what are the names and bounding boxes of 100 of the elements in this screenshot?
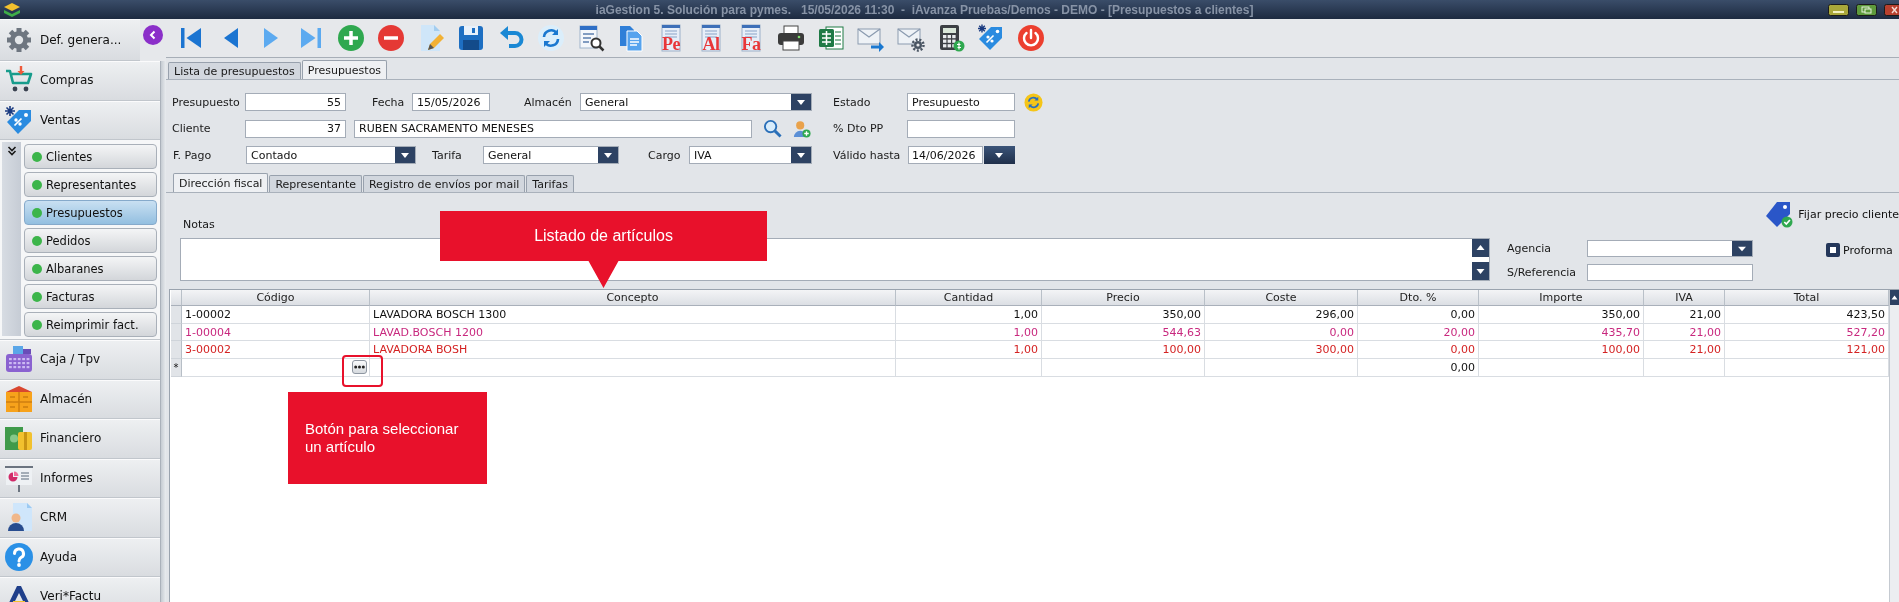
field-label: Agencia [1507, 242, 1553, 255]
tab[interactable]: Dirección fiscal [173, 173, 269, 192]
cash-register-icon [4, 344, 34, 375]
search-document-button[interactable] [576, 23, 606, 53]
dropdown-field[interactable] [1587, 240, 1753, 257]
column-header[interactable]: Coste [1205, 290, 1358, 306]
submenu-item[interactable]: Clientes [24, 144, 157, 169]
text-field[interactable] [1587, 264, 1753, 281]
report-button[interactable]: Al [696, 23, 726, 53]
refresh-icon[interactable] [1024, 92, 1043, 112]
tab[interactable]: Tarifas [526, 175, 574, 192]
report-button[interactable]: Pe [656, 23, 686, 53]
sidebar-item[interactable]: Ayuda [0, 537, 160, 577]
column-header[interactable]: Código [182, 290, 370, 306]
report-button[interactable]: Fa [736, 23, 766, 53]
column-header[interactable]: Total [1725, 290, 1889, 306]
new-row-marker[interactable]: * [171, 359, 182, 377]
field-label: % Dto PP [833, 122, 885, 135]
save-button[interactable] [456, 23, 486, 53]
calculator-icon [937, 24, 965, 52]
scroll-up-button[interactable] [1472, 239, 1489, 257]
column-header[interactable]: IVA [1644, 290, 1725, 306]
field-label: Tarifa [432, 148, 463, 162]
scroll-down-button[interactable] [1472, 262, 1489, 280]
chevron-left-icon [148, 30, 158, 40]
table-cell: 435,70 [1479, 323, 1644, 342]
sidebar-item[interactable]: Veri*Factu [0, 577, 160, 602]
table-cell: LAVADORA BOSCH 1300 [370, 306, 896, 324]
dropdown-field[interactable]: General [483, 146, 619, 164]
tab[interactable]: Representante [269, 175, 362, 192]
restore-button[interactable] [1856, 3, 1877, 16]
tab[interactable]: Presupuestos [301, 60, 388, 79]
column-header[interactable]: Dto. % [1358, 290, 1479, 306]
table-cell: 350,00 [1042, 306, 1205, 324]
field-label: Cliente [172, 122, 212, 135]
refresh-icon [537, 24, 565, 52]
table-cell: 1,00 [896, 341, 1042, 360]
text-field[interactable]: Presupuesto [907, 93, 1015, 111]
sidebar-item[interactable]: Financiero [0, 419, 160, 459]
table-cell: 0,00 [1358, 341, 1479, 360]
tab[interactable]: Lista de presupuestos [168, 62, 301, 79]
scroll-up-button[interactable] [1890, 290, 1899, 305]
ellipsis-button[interactable] [352, 360, 367, 375]
dropdown-field[interactable]: Contado [246, 146, 416, 164]
submenu-item[interactable]: Representantes [24, 172, 157, 197]
sidebar-item[interactable]: CRM [0, 498, 160, 538]
table-cell: 21,00 [1644, 306, 1725, 324]
copy-documents-icon [617, 24, 645, 52]
minimize-button[interactable] [1828, 3, 1849, 16]
text-field[interactable]: RUBEN SACRAMENTO MENESES [354, 119, 752, 138]
print-button[interactable] [776, 23, 806, 53]
field-label: Válido hasta [833, 148, 902, 162]
field-label: S/Referencia [1507, 266, 1578, 279]
delete-button[interactable] [376, 23, 406, 53]
field-label: Cargo [648, 148, 682, 162]
spreadsheet-button[interactable] [816, 23, 846, 53]
table-cell: 121,00 [1725, 341, 1889, 360]
submenu-item[interactable]: Facturas [24, 284, 157, 309]
submenu-item[interactable]: Albaranes [24, 256, 157, 281]
tab[interactable]: Registro de envíos por mail [362, 175, 526, 192]
fix-price-button[interactable]: Fijar precio cliente [1765, 201, 1899, 227]
column-header[interactable]: Concepto [370, 290, 896, 306]
submenu-item[interactable]: Reimprimir fact. [24, 312, 157, 337]
status-dot-icon [32, 235, 42, 246]
sidebar-item[interactable]: Ventas [0, 100, 160, 140]
number-field[interactable]: 55 [245, 93, 346, 111]
column-header[interactable]: Importe [1479, 290, 1644, 306]
dropdown-field[interactable]: General [580, 93, 812, 111]
collapse-button[interactable] [143, 25, 163, 45]
power-button[interactable] [1016, 23, 1046, 53]
text-field[interactable] [907, 119, 1015, 138]
sidebar-item[interactable]: Def. genera... [0, 19, 140, 61]
close-button[interactable] [1884, 3, 1899, 16]
table-cell: 1,00 [896, 323, 1042, 342]
sidebar-item[interactable]: Almacén [0, 379, 160, 419]
field-label: Estado [833, 95, 872, 109]
price-tag-check-icon [1765, 200, 1794, 228]
dropdown-field[interactable]: IVA [689, 146, 812, 164]
sidebar-item[interactable]: Caja / Tpv [0, 340, 160, 380]
search-icon[interactable] [763, 119, 782, 138]
number-field[interactable]: 37 [245, 119, 346, 138]
price-tag-icon [977, 24, 1005, 52]
field-label: Fecha [372, 95, 406, 109]
table-cell: 3-00002 [182, 341, 370, 360]
caret-icon [791, 94, 811, 110]
column-header[interactable]: Cantidad [896, 290, 1042, 306]
date-field[interactable]: 15/05/2026 [412, 93, 490, 111]
checkbox-label: Proforma [1843, 243, 1893, 257]
checkbox[interactable] [1826, 243, 1840, 257]
table-cell: 0,00 [1358, 359, 1479, 377]
column-header[interactable]: Precio [1042, 290, 1205, 306]
window-title: iaGestion 5. Solución para pymes. 15/05/2026 11:30 - iAvanza Pruebas/Demos - DEMO - [Presupuestos a clientes] [594, 2, 1255, 17]
add-button[interactable] [336, 23, 366, 53]
refresh-button[interactable] [536, 23, 566, 53]
submenu-item[interactable]: Pedidos [24, 228, 157, 253]
sidebar-item[interactable]: Compras [0, 61, 160, 101]
sidebar-item[interactable]: Informes [0, 458, 160, 498]
vertical-scrollbar[interactable] [1889, 290, 1899, 602]
add-person-icon[interactable] [793, 119, 811, 138]
submenu-item[interactable]: Presupuestos [24, 200, 157, 225]
